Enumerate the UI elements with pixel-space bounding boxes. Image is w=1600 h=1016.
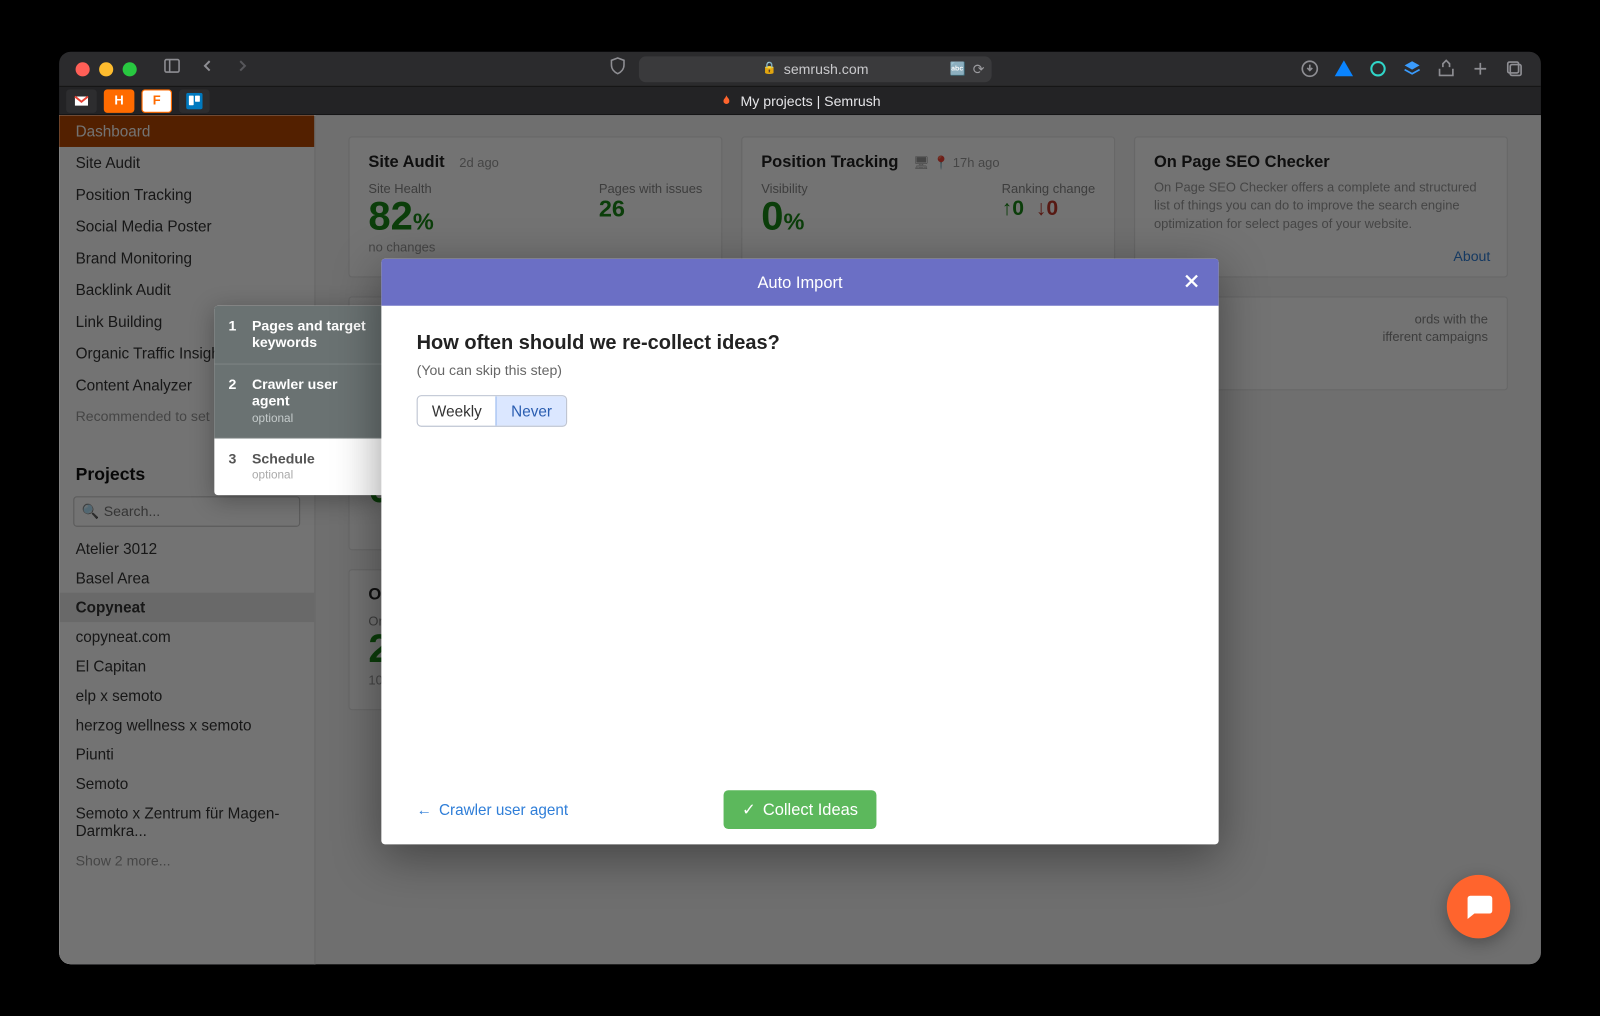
titlebar-right-icons <box>1300 59 1525 79</box>
translate-icon[interactable]: 🔤 <box>950 61 966 76</box>
address-area: 🔒 semrush.com 🔤 ⟳ <box>494 56 1106 82</box>
traffic-lights <box>76 62 137 76</box>
favorite-tab-trello[interactable] <box>179 89 210 113</box>
option-weekly[interactable]: Weekly <box>418 396 496 425</box>
frequency-segmented-control: Weekly Never <box>417 395 568 427</box>
url-field[interactable]: 🔒 semrush.com 🔤 ⟳ <box>639 56 992 82</box>
arrow-left-icon: ← <box>417 800 432 818</box>
downloads-icon[interactable] <box>1300 59 1320 79</box>
modal-header: Auto Import <box>381 259 1218 306</box>
forward-icon[interactable] <box>233 56 252 81</box>
circle-ext-icon[interactable] <box>1368 59 1388 79</box>
titlebar: 🔒 semrush.com 🔤 ⟳ <box>59 52 1541 87</box>
privacy-shield-icon[interactable] <box>608 56 627 81</box>
modal-question: How often should we re-collect ideas? <box>417 332 1184 356</box>
warning-ext-icon[interactable] <box>1334 59 1354 79</box>
layers-ext-icon[interactable] <box>1402 59 1422 79</box>
step-2[interactable]: 2 Crawler user agent optional <box>214 364 385 438</box>
favorite-tab-h[interactable]: H <box>104 89 135 113</box>
reload-icon[interactable]: ⟳ <box>973 61 985 77</box>
modal-body: How often should we re-collect ideas? (Y… <box>381 306 1218 774</box>
share-icon[interactable] <box>1436 59 1456 79</box>
check-icon: ✓ <box>742 799 756 819</box>
back-icon[interactable] <box>198 56 217 81</box>
tabs-overview-icon[interactable] <box>1504 59 1524 79</box>
close-window-icon[interactable] <box>76 62 90 76</box>
chat-fab[interactable] <box>1447 875 1511 939</box>
page-title: My projects | Semrush <box>719 92 880 108</box>
step-3[interactable]: 3 Schedule optional <box>214 438 385 495</box>
url-host: semrush.com <box>784 61 869 77</box>
maximize-window-icon[interactable] <box>123 62 137 76</box>
new-tab-icon[interactable] <box>1470 59 1490 79</box>
close-icon <box>1182 272 1201 291</box>
modal-skip-note: (You can skip this step) <box>417 362 1184 378</box>
favorite-tab-gmail[interactable] <box>66 89 97 113</box>
browser-window: 🔒 semrush.com 🔤 ⟳ <box>59 52 1541 965</box>
favorite-tab-f[interactable]: F <box>141 89 172 113</box>
auto-import-modal: Auto Import How often should we re-colle… <box>381 259 1218 845</box>
sidebar-toggle-icon[interactable] <box>163 56 182 81</box>
favorites-tabs: H F My projects | Semrush <box>59 87 1541 115</box>
back-link[interactable]: ← Crawler user agent <box>417 800 569 818</box>
minimize-window-icon[interactable] <box>99 62 113 76</box>
modal-close-button[interactable] <box>1176 266 1207 297</box>
page-title-text: My projects | Semrush <box>741 92 881 108</box>
titlebar-left-icons <box>163 56 252 81</box>
lock-icon: 🔒 <box>762 62 777 75</box>
option-never[interactable]: Never <box>496 396 566 425</box>
chat-icon <box>1462 890 1495 923</box>
semrush-logo-icon <box>719 93 733 107</box>
wizard-stepper: 1 Pages and target keywords 2 Crawler us… <box>214 306 385 495</box>
collect-ideas-button[interactable]: ✓ Collect Ideas <box>723 790 877 829</box>
modal-footer: ← Crawler user agent ✓ Collect Ideas <box>381 774 1218 845</box>
step-1[interactable]: 1 Pages and target keywords <box>214 306 385 365</box>
modal-title: Auto Import <box>757 273 842 292</box>
